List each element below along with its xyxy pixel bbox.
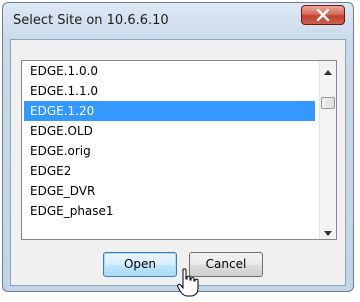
vertical-scrollbar[interactable] [319, 61, 336, 239]
site-listbox[interactable]: EDGE.1.0.0 EDGE.1.1.0 EDGE.1.20 EDGE.OLD… [21, 60, 337, 240]
list-item[interactable]: EDGE.orig [24, 141, 315, 161]
dialog-window: Select Site on 10.6.6.10 EDGE.1.0.0 EDGE… [2, 2, 354, 297]
list-item[interactable]: EDGE.OLD [24, 121, 315, 141]
scroll-thumb[interactable] [321, 97, 335, 109]
arrow-up-icon [324, 61, 332, 79]
open-button[interactable]: Open [103, 252, 177, 277]
scroll-up-button[interactable] [320, 61, 336, 78]
close-button[interactable] [301, 5, 345, 25]
arrow-down-icon [324, 221, 332, 239]
close-icon [316, 6, 330, 25]
mouse-pointer-icon [177, 268, 199, 298]
list-item[interactable]: EDGE_DVR [24, 181, 315, 201]
list-item[interactable]: EDGE.1.0.0 [24, 61, 315, 81]
list-item[interactable]: EDGE.1.1.0 [24, 81, 315, 101]
list-item-selected[interactable]: EDGE.1.20 [24, 101, 315, 121]
cancel-button[interactable]: Cancel [189, 252, 263, 277]
list-item[interactable]: EDGE_phase1 [24, 201, 315, 221]
site-list: EDGE.1.0.0 EDGE.1.1.0 EDGE.1.20 EDGE.OLD… [22, 61, 317, 221]
list-item[interactable]: EDGE2 [24, 161, 315, 181]
dialog-body: EDGE.1.0.0 EDGE.1.1.0 EDGE.1.20 EDGE.OLD… [10, 39, 346, 297]
window-title: Select Site on 10.6.6.10 [13, 13, 169, 28]
scroll-down-button[interactable] [320, 222, 336, 239]
